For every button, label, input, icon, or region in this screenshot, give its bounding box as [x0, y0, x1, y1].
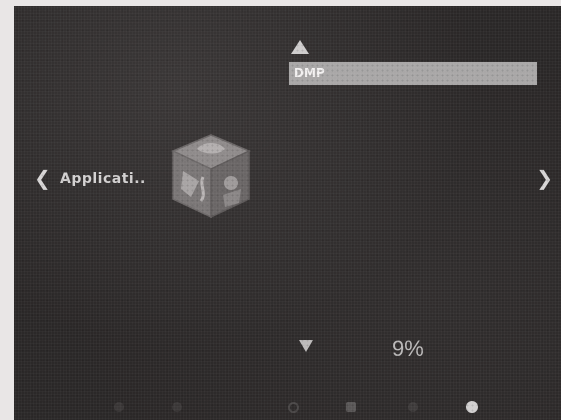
- info-icon: [408, 402, 418, 412]
- grid-icon: [346, 402, 356, 412]
- scroll-down-arrow-icon[interactable]: [299, 340, 313, 352]
- chevron-right-icon[interactable]: ❯: [536, 168, 553, 188]
- bottom-status-bar: [14, 394, 561, 420]
- list-item[interactable]: DMP: [289, 62, 537, 85]
- list-item-label: DMP: [294, 66, 325, 80]
- chevron-left-icon[interactable]: ❮: [34, 168, 51, 188]
- application-box-icon[interactable]: [169, 131, 253, 221]
- power-icon: [466, 401, 478, 413]
- tv-screen: ❮ Applicati.. ❯ DMP 9%: [14, 6, 561, 420]
- network-icon: [288, 402, 299, 413]
- progress-percentage: 9%: [392, 336, 424, 361]
- settings-icon: [172, 402, 182, 412]
- home-icon: [114, 402, 124, 412]
- scroll-up-arrow-icon[interactable]: [291, 40, 309, 54]
- category-label: Applicati..: [60, 171, 146, 187]
